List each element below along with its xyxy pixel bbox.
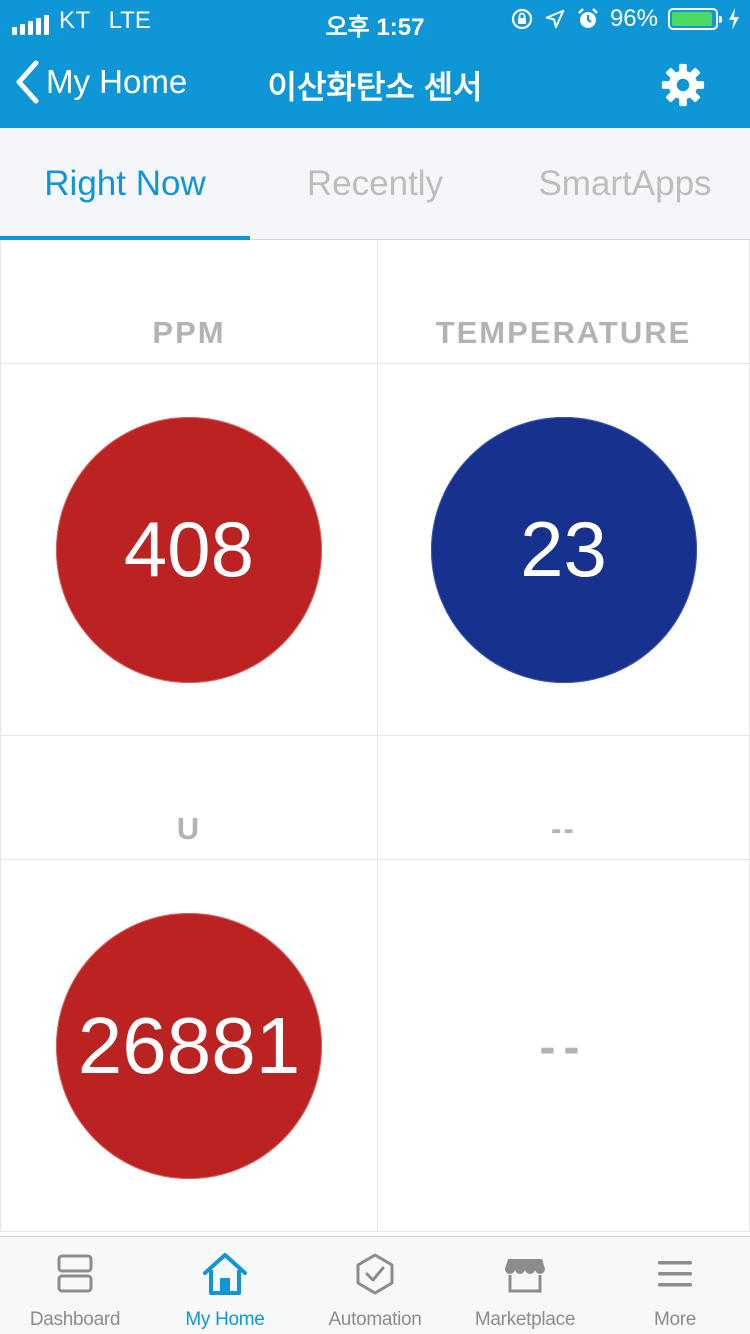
orientation-lock-icon [511,8,533,30]
label-row: PPM TEMPERATURE [0,240,750,364]
tab-label: Automation [328,1309,422,1330]
status-right: 96% [510,5,740,33]
tab-automation[interactable]: Automation [300,1237,450,1334]
app-screen: KT LTE 오후 1:57 96% My Home 이산화탄소 센서 Righ… [0,0,750,1334]
battery-percent: 96% [609,5,658,32]
back-button[interactable]: My Home [14,60,187,104]
tab-right-now[interactable]: Right Now [0,128,250,240]
ppm-label: PPM [152,315,226,350]
label-row: U -- [0,736,750,860]
location-icon [545,9,565,29]
top-bar: KT LTE 오후 1:57 96% My Home 이산화탄소 센서 [0,0,750,128]
navigation-bar: My Home 이산화탄소 센서 [0,40,750,128]
segmented-tabs: Right Now Recently SmartApps [0,128,750,240]
tile-value-cell: -- [378,860,750,1232]
empty-value: -- [539,1020,588,1074]
chevron-left-icon [16,60,39,104]
alarm-icon [578,8,598,28]
tile-grid: PPM TEMPERATURE 408 23 U -- 26881 -- [0,240,750,1232]
gear-icon[interactable] [660,62,706,108]
tile-value-cell: 26881 [0,860,378,1232]
home-icon [203,1253,247,1295]
tab-label: My Home [185,1309,265,1330]
automation-icon [356,1253,394,1295]
tile-label-cell: -- [378,736,750,860]
status-bar: KT LTE 오후 1:57 96% [0,0,750,41]
back-label: My Home [46,63,188,100]
temperature-value-tile[interactable]: 23 [430,416,697,683]
tile-label-cell: PPM [0,240,378,364]
u-label: U [176,811,202,846]
temperature-label: TEMPERATURE [435,315,692,350]
u-value-tile[interactable]: 26881 [56,912,322,1179]
tile-label-cell: TEMPERATURE [378,240,750,364]
bottom-tab-bar: Dashboard My Home Automation Marketplace… [0,1236,750,1334]
tab-label: Marketplace [474,1309,576,1330]
empty-label: -- [551,811,576,846]
tile-value-cell: 23 [378,364,750,736]
tab-my-home[interactable]: My Home [150,1237,300,1334]
marketplace-icon [505,1259,545,1293]
tab-label: Dashboard [29,1309,121,1330]
tab-smartapps[interactable]: SmartApps [500,128,750,239]
tab-marketplace[interactable]: Marketplace [450,1237,600,1334]
value-row: 26881 -- [0,860,750,1232]
charging-bolt-icon [729,8,739,30]
dashboard-icon [57,1254,93,1293]
battery-icon [668,8,722,30]
tab-more[interactable]: More [600,1237,750,1334]
value-row: 408 23 [0,364,750,736]
tab-dashboard[interactable]: Dashboard [0,1237,150,1334]
tile-value-cell: 408 [0,364,378,736]
tab-label: More [653,1309,697,1330]
ppm-value-tile[interactable]: 408 [56,416,322,683]
tab-recently[interactable]: Recently [250,128,500,239]
menu-icon [658,1261,692,1287]
tile-label-cell: U [0,736,378,860]
